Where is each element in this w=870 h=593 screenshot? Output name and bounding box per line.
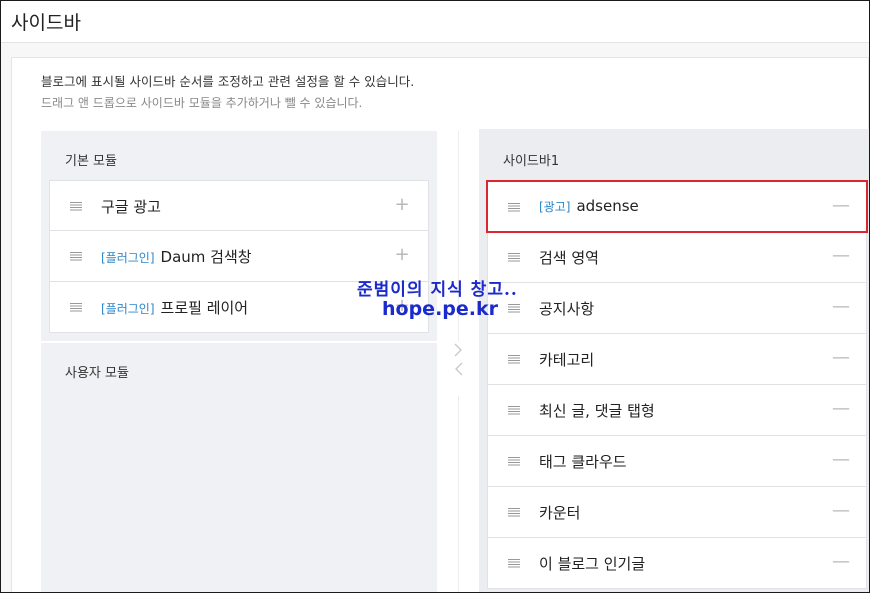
drag-handle-icon[interactable] bbox=[70, 201, 82, 211]
drag-handle-icon[interactable] bbox=[508, 558, 520, 568]
module-label: 태그 클라우드 bbox=[539, 451, 627, 472]
remove-icon[interactable]: — bbox=[832, 553, 850, 571]
module-name: 이 블로그 인기글 bbox=[539, 555, 646, 573]
divider bbox=[458, 396, 459, 592]
module-tag: [플러그인] bbox=[101, 251, 155, 265]
remove-icon[interactable]: — bbox=[832, 197, 850, 215]
basic-modules-panel: 기본 모듈 구글 광고 + [플러그인] Daum 검색창 + [플러그인] 프… bbox=[41, 131, 437, 341]
page-description: 블로그에 표시될 사이드바 순서를 조정하고 관련 설정을 할 수 있습니다. bbox=[41, 74, 415, 89]
module-label: 카운터 bbox=[539, 502, 580, 523]
move-left-icon bbox=[455, 362, 463, 376]
module-name: 카운터 bbox=[539, 504, 581, 522]
drag-handle-icon[interactable] bbox=[508, 202, 520, 212]
drag-handle-icon[interactable] bbox=[508, 507, 520, 517]
module-name: 검색 영역 bbox=[539, 249, 599, 267]
module-item-adsense[interactable]: [광고] adsense — bbox=[486, 180, 868, 233]
basic-modules-list: 구글 광고 + [플러그인] Daum 검색창 + [플러그인] 프로필 레이어 + bbox=[49, 180, 429, 333]
module-item-search-area[interactable]: 검색 영역 — bbox=[487, 232, 867, 283]
module-item-popular-posts[interactable]: 이 블로그 인기글 — bbox=[487, 538, 867, 589]
module-name: 구글 광고 bbox=[101, 198, 161, 216]
drag-handle-icon[interactable] bbox=[70, 302, 82, 312]
move-right-icon[interactable] bbox=[449, 341, 469, 381]
remove-icon[interactable]: — bbox=[832, 247, 850, 265]
page-header: 사이드바 bbox=[1, 1, 869, 43]
sidebar1-panel: 사이드바1 [광고] adsense — 검색 영역 — 공지사항 — 카테고리… bbox=[479, 129, 869, 592]
remove-icon[interactable]: — bbox=[832, 400, 850, 418]
watermark-url: hope.pe.kr bbox=[382, 298, 498, 320]
module-name: 공지사항 bbox=[539, 300, 595, 318]
remove-icon[interactable]: — bbox=[832, 349, 850, 367]
watermark-text: 준범이의 지식 창고.. bbox=[357, 280, 518, 300]
remove-icon[interactable]: — bbox=[832, 298, 850, 316]
module-tag: [플러그인] bbox=[101, 302, 155, 316]
module-label: [광고] adsense bbox=[539, 197, 639, 215]
app-frame: 사이드바 블로그에 표시될 사이드바 순서를 조정하고 관련 설정을 할 수 있… bbox=[0, 0, 870, 593]
add-icon[interactable]: + bbox=[394, 246, 410, 264]
remove-icon[interactable]: — bbox=[832, 451, 850, 469]
module-name: adsense bbox=[576, 197, 639, 215]
module-item-google-ads[interactable]: 구글 광고 + bbox=[49, 180, 429, 231]
module-label: 공지사항 bbox=[539, 298, 594, 319]
sidebar1-title: 사이드바1 bbox=[503, 154, 560, 169]
page-hint: 드래그 앤 드롭으로 사이드바 모듈을 추가하거나 뺄 수 있습니다. bbox=[41, 96, 363, 110]
drag-handle-icon[interactable] bbox=[508, 456, 520, 466]
module-tag: [광고] bbox=[539, 200, 571, 214]
module-item-counter[interactable]: 카운터 — bbox=[487, 487, 867, 538]
page-title: 사이드바 bbox=[11, 12, 81, 34]
sidebar1-list: [광고] adsense — 검색 영역 — 공지사항 — 카테고리 — 최신 … bbox=[486, 180, 868, 589]
module-item-tag-cloud[interactable]: 태그 클라우드 — bbox=[487, 436, 867, 487]
module-name: 태그 클라우드 bbox=[539, 453, 627, 471]
drag-handle-icon[interactable] bbox=[508, 303, 520, 313]
drag-handle-icon[interactable] bbox=[508, 354, 520, 364]
module-label: [플러그인] 프로필 레이어 bbox=[101, 297, 248, 318]
user-modules-title: 사용자 모듈 bbox=[65, 366, 129, 381]
module-item-recent-posts-tabs[interactable]: 최신 글, 댓글 탭형 — bbox=[487, 385, 867, 436]
module-item-category[interactable]: 카테고리 — bbox=[487, 334, 867, 385]
module-label: 최신 글, 댓글 탭형 bbox=[539, 400, 655, 421]
module-name: 프로필 레이어 bbox=[160, 299, 249, 317]
module-label: 검색 영역 bbox=[539, 247, 599, 268]
move-arrows bbox=[449, 341, 469, 381]
module-item-notice[interactable]: 공지사항 — bbox=[487, 283, 867, 334]
drag-handle-icon[interactable] bbox=[508, 405, 520, 415]
user-modules-panel: 사용자 모듈 bbox=[41, 343, 437, 592]
module-label: [플러그인] Daum 검색창 bbox=[101, 246, 252, 267]
module-name: Daum 검색창 bbox=[160, 248, 252, 266]
add-icon[interactable]: + bbox=[394, 196, 410, 214]
module-name: 카테고리 bbox=[539, 351, 595, 369]
remove-icon[interactable]: — bbox=[832, 502, 850, 520]
basic-modules-title: 기본 모듈 bbox=[65, 154, 117, 169]
module-label: 카테고리 bbox=[539, 349, 594, 370]
module-name: 최신 글, 댓글 탭형 bbox=[539, 402, 655, 420]
drag-handle-icon[interactable] bbox=[70, 251, 82, 261]
module-label: 구글 광고 bbox=[101, 196, 161, 217]
drag-handle-icon[interactable] bbox=[508, 252, 520, 262]
module-label: 이 블로그 인기글 bbox=[539, 553, 645, 574]
